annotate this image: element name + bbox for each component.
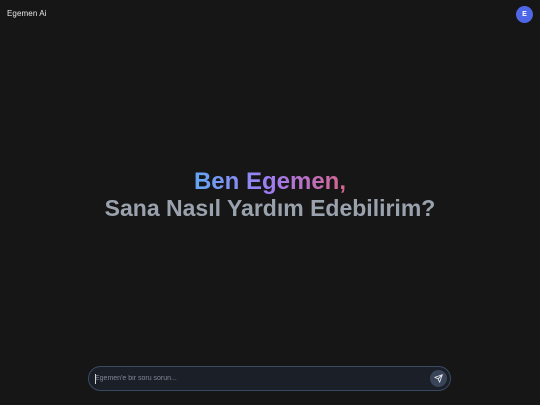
message-input[interactable] xyxy=(89,367,430,390)
text-caret xyxy=(95,374,96,384)
hero-greeting: Ben Egemen, xyxy=(193,168,347,195)
send-button[interactable] xyxy=(430,370,447,387)
avatar-initial: E xyxy=(522,11,527,18)
user-avatar[interactable]: E xyxy=(516,6,533,23)
hero-heading: Ben Egemen, Sana Nasıl Yardım Edebilirim… xyxy=(0,168,540,221)
hero-question: Sana Nasıl Yardım Edebilirim? xyxy=(104,195,436,221)
send-icon xyxy=(434,374,443,383)
chat-composer xyxy=(88,366,451,391)
app-title: Egemen Ai xyxy=(7,9,47,18)
